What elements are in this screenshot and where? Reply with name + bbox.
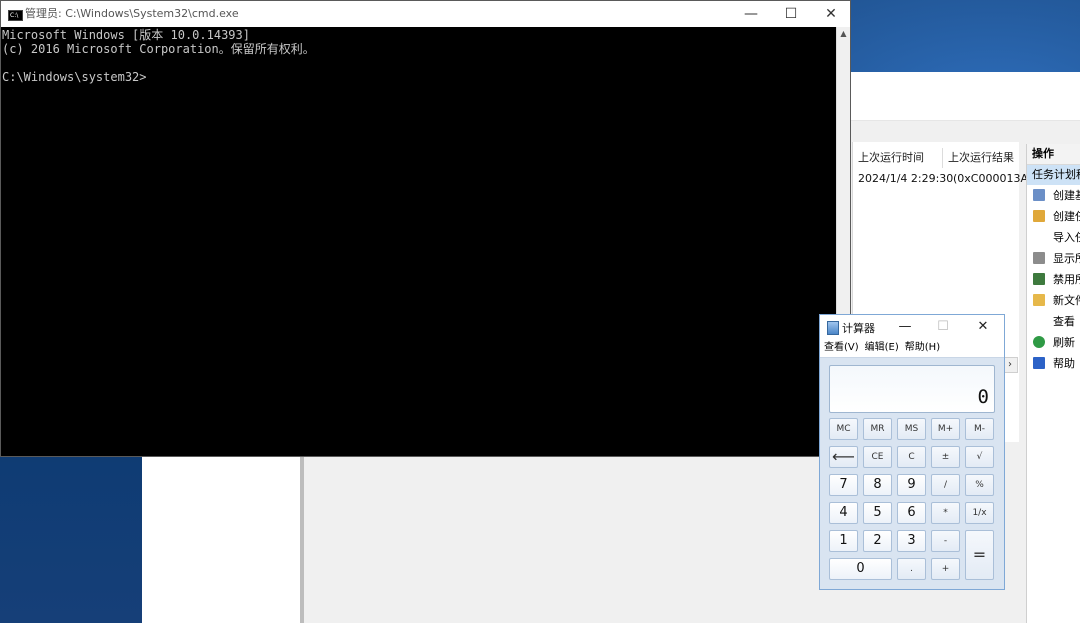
create-task-icon: [1033, 210, 1045, 222]
key-divide[interactable]: /: [931, 474, 960, 496]
key-backspace[interactable]: ⟵: [829, 446, 858, 468]
calculator-titlebar[interactable]: 计算器 — ☐ ✕: [820, 315, 1004, 339]
action-item[interactable]: 帮助: [1027, 353, 1080, 374]
menu-help[interactable]: 帮助(H): [905, 342, 940, 353]
key-memory-subtract[interactable]: M-: [965, 418, 994, 440]
key-5[interactable]: 5: [863, 502, 892, 524]
console-output[interactable]: Microsoft Windows [版本 10.0.14393] (c) 201…: [1, 27, 838, 456]
cmd-minimize-button[interactable]: —: [731, 1, 771, 27]
calculator-display: 0: [829, 365, 995, 413]
actions-pane: 操作 任务计划程 创建基创建任导入任显示所禁用所新文件查看刷新帮助: [1026, 144, 1080, 623]
key-percent[interactable]: %: [965, 474, 994, 496]
scroll-up-icon[interactable]: ▲: [837, 29, 850, 38]
cmd-window[interactable]: 管理员: C:\Windows\System32\cmd.exe — ☐ ✕ M…: [0, 0, 851, 457]
key-clear-entry[interactable]: CE: [863, 446, 892, 468]
action-item-label: 导入任: [1053, 231, 1080, 244]
action-item-label: 显示所: [1053, 252, 1080, 265]
key-memory-clear[interactable]: MC: [829, 418, 858, 440]
calculator-close-button[interactable]: ✕: [972, 317, 994, 337]
cell-last-run-time: 2024/1/4 2:29:30: [858, 172, 954, 185]
console-line: Microsoft Windows [版本 10.0.14393]: [2, 28, 250, 42]
action-item-label: 查看: [1053, 315, 1075, 328]
key-8[interactable]: 8: [863, 474, 892, 496]
key-decimal[interactable]: .: [897, 558, 926, 580]
disable-history-icon: [1033, 273, 1045, 285]
key-memory-add[interactable]: M+: [931, 418, 960, 440]
key-9[interactable]: 9: [897, 474, 926, 496]
calculator-minimize-button[interactable]: —: [894, 317, 916, 337]
cmd-titlebar[interactable]: 管理员: C:\Windows\System32\cmd.exe — ☐ ✕: [1, 1, 851, 29]
calculator-maximize-button[interactable]: ☐: [932, 317, 954, 337]
key-2[interactable]: 2: [863, 530, 892, 552]
console-line: (c) 2016 Microsoft Corporation。保留所有权利。: [2, 42, 315, 56]
refresh-icon: [1033, 336, 1045, 348]
key-0[interactable]: 0: [829, 558, 892, 580]
column-header-last-run-time[interactable]: 上次运行时间: [853, 148, 943, 168]
action-item[interactable]: 禁用所: [1027, 269, 1080, 290]
action-item-label: 创建基: [1053, 189, 1080, 202]
action-item-label: 帮助: [1053, 357, 1075, 370]
action-item[interactable]: 导入任: [1027, 227, 1080, 248]
key-subtract[interactable]: -: [931, 530, 960, 552]
pane-splitter[interactable]: [300, 457, 304, 623]
new-folder-icon: [1033, 294, 1045, 306]
key-multiply[interactable]: *: [931, 502, 960, 524]
action-item[interactable]: 创建任: [1027, 206, 1080, 227]
key-reciprocal[interactable]: 1/x: [965, 502, 994, 524]
actions-section-task-scheduler[interactable]: 任务计划程: [1027, 165, 1080, 185]
column-header-last-run-result[interactable]: 上次运行结果: [943, 148, 1024, 168]
calculator-menubar: 查看(V) 编辑(E) 帮助(H): [820, 339, 1004, 358]
key-memory-store[interactable]: MS: [897, 418, 926, 440]
create-basic-task-icon: [1033, 189, 1045, 201]
action-item-label: 刷新: [1053, 336, 1075, 349]
key-add[interactable]: +: [931, 558, 960, 580]
menu-edit[interactable]: 编辑(E): [865, 342, 899, 353]
actions-title: 操作: [1027, 144, 1080, 165]
help-icon: [1033, 357, 1045, 369]
key-1[interactable]: 1: [829, 530, 858, 552]
key-memory-recall[interactable]: MR: [863, 418, 892, 440]
key-equals[interactable]: =: [965, 530, 994, 580]
calculator-title: 计算器: [842, 322, 875, 335]
menu-view[interactable]: 查看(V): [824, 342, 859, 353]
cmd-window-title: 管理员: C:\Windows\System32\cmd.exe: [25, 7, 239, 20]
action-item-label: 创建任: [1053, 210, 1080, 223]
action-item[interactable]: 刷新: [1027, 332, 1080, 353]
action-item-label: 禁用所: [1053, 273, 1080, 286]
key-4[interactable]: 4: [829, 502, 858, 524]
key-3[interactable]: 3: [897, 530, 926, 552]
calculator-window[interactable]: 计算器 — ☐ ✕ 查看(V) 编辑(E) 帮助(H) 0 MC MR MS M+ …: [819, 314, 1005, 590]
action-item[interactable]: 查看: [1027, 311, 1080, 332]
action-item[interactable]: 显示所: [1027, 248, 1080, 269]
console-prompt: C:\Windows\system32>: [2, 70, 147, 84]
key-square-root[interactable]: √: [965, 446, 994, 468]
display-running-icon: [1033, 252, 1045, 264]
action-item[interactable]: 创建基: [1027, 185, 1080, 206]
calculator-icon: [827, 321, 839, 335]
cmd-app-icon[interactable]: [8, 3, 23, 29]
cmd-close-button[interactable]: ✕: [811, 1, 851, 27]
cell-last-run-result: (0xC000013A: [953, 172, 1028, 185]
navigation-pane[interactable]: [142, 457, 301, 623]
key-negate[interactable]: ±: [931, 446, 960, 468]
key-6[interactable]: 6: [897, 502, 926, 524]
key-7[interactable]: 7: [829, 474, 858, 496]
cmd-maximize-button[interactable]: ☐: [771, 1, 811, 27]
action-item-label: 新文件: [1053, 294, 1080, 307]
key-clear[interactable]: C: [897, 446, 926, 468]
action-item[interactable]: 新文件: [1027, 290, 1080, 311]
